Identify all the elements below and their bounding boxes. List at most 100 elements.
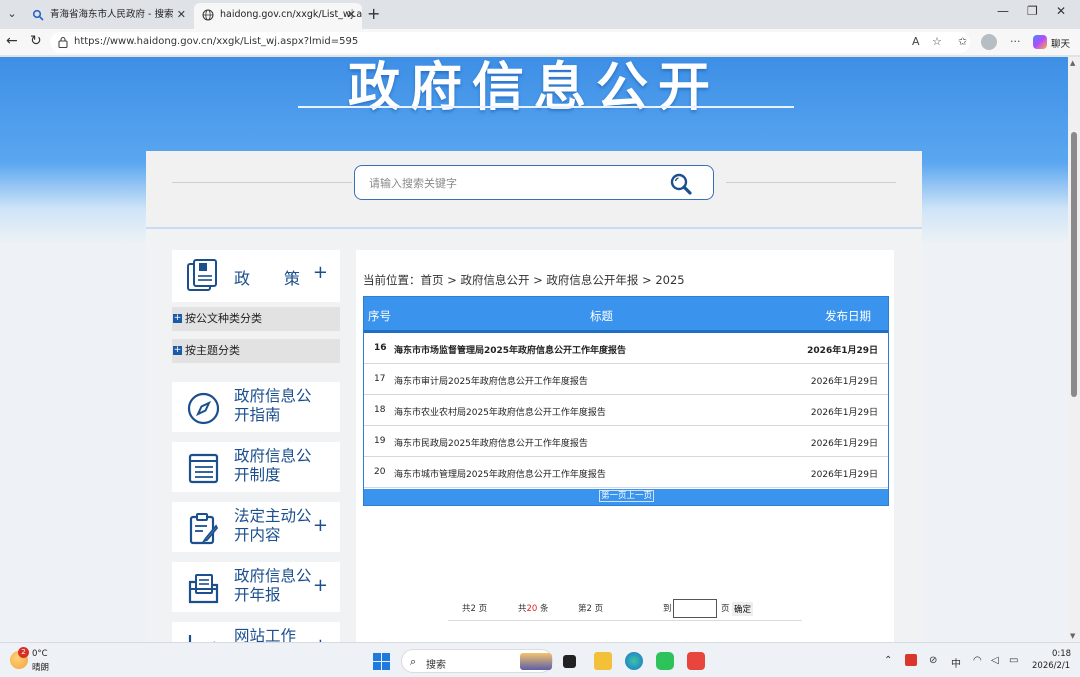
minimize-icon[interactable]: — — [997, 4, 1009, 18]
row-title-link[interactable]: 海东市审计局2025年政府信息公开工作年度报告 — [394, 374, 588, 387]
row-date: 2026年1月29日 — [810, 439, 878, 449]
page-number-input[interactable] — [673, 599, 717, 618]
sidebar-policy[interactable]: 政策 + — [172, 250, 340, 302]
first-prev-page-links[interactable]: 第一页上一页 — [599, 490, 655, 502]
row-title-link[interactable]: 海东市市场监督管理局2025年政府信息公开工作年度报告 — [394, 343, 626, 356]
url-field[interactable]: https://www.haidong.gov.cn/xxgk/List_wj.… — [50, 32, 970, 53]
header-no: 序号 — [368, 309, 391, 323]
pager-text: 页 — [478, 604, 488, 614]
weather-description: 晴朗 — [32, 663, 50, 673]
tab-label: 青海省海东市人民政府 - 搜索 — [50, 9, 174, 20]
weather-badge: 2 — [18, 647, 29, 658]
more-menu-icon[interactable]: ··· — [1010, 35, 1021, 48]
tray-chevron-up-icon[interactable]: ⌃ — [884, 655, 892, 666]
chat-button[interactable]: 聊天 — [1051, 36, 1070, 50]
pager-total-items: 共20 条 — [518, 602, 549, 614]
close-tab-icon[interactable]: ✕ — [347, 3, 356, 27]
taskbar-search[interactable]: ⌕ 搜索 — [401, 649, 553, 673]
sidebar-sub-item-topic[interactable]: + 按主题分类 — [172, 339, 340, 363]
network-off-icon[interactable]: ⊘ — [929, 655, 937, 666]
favorites-icon[interactable]: ✩ — [958, 35, 967, 48]
sidebar-item-annual-report[interactable]: 政府信息公开年报 + — [172, 562, 340, 612]
scroll-thumb[interactable] — [1071, 132, 1077, 397]
row-title-link[interactable]: 海东市农业农村局2025年政府信息公开工作年度报告 — [394, 405, 606, 418]
search-icon[interactable] — [668, 172, 694, 196]
clock-date[interactable]: 2026/2/1 — [1032, 661, 1070, 671]
confirm-button[interactable]: 确定 — [732, 602, 754, 616]
search-input[interactable] — [369, 174, 649, 192]
wps-tray-icon[interactable] — [905, 654, 917, 666]
list-document-icon — [188, 453, 219, 484]
copilot-icon[interactable] — [1033, 35, 1047, 49]
row-no: 18 — [374, 405, 386, 415]
table-row[interactable]: 17 海东市审计局2025年政府信息公开工作年度报告 2026年1月29日 — [364, 364, 888, 395]
expand-plus-icon[interactable]: + — [313, 515, 328, 536]
scroll-down-icon[interactable]: ▼ — [1070, 632, 1075, 640]
pager-text: 共 — [462, 604, 471, 614]
wps-office-icon[interactable] — [687, 652, 705, 670]
tab-label: haidong.gov.cn/xxgk/List_wj.aspx? — [220, 9, 362, 20]
refresh-icon[interactable]: ↻ — [30, 33, 42, 49]
wechat-icon[interactable] — [656, 652, 674, 670]
task-view-icon[interactable] — [563, 655, 576, 668]
pager-value: 2 — [470, 604, 476, 614]
row-no: 17 — [374, 374, 386, 384]
read-aloud-icon[interactable]: A — [912, 35, 920, 48]
tab-bar: ⌄ 青海省海东市人民政府 - 搜索 ✕ haidong.gov.cn/xxgk/… — [0, 0, 1080, 29]
scroll-up-icon[interactable]: ▲ — [1070, 59, 1075, 67]
sidebar-item-label: 政府信息公开制度 — [234, 447, 312, 484]
vertical-scrollbar[interactable]: ▲ ▼ — [1068, 57, 1080, 642]
chart-trend-icon — [188, 635, 215, 642]
sidebar-item-guide[interactable]: 政府信息公开指南 — [172, 382, 340, 432]
table-row[interactable]: 19 海东市民政局2025年政府信息公开工作年度报告 2026年1月29日 — [364, 426, 888, 457]
search-highlight-image — [520, 653, 552, 670]
sidebar-sub-item-doc-type[interactable]: + 按公文种类分类 — [172, 307, 340, 331]
restore-icon[interactable]: ❐ — [1027, 4, 1038, 18]
taskbar-search-label: 搜索 — [426, 660, 446, 671]
report-table: 序号 标题 发布日期 16 海东市市场监督管理局2025年政府信息公开工作年度报… — [363, 296, 889, 506]
sidebar-item-label: 法定主动公开内容 — [234, 507, 312, 544]
volume-icon[interactable]: ◁ — [991, 655, 999, 666]
table-row[interactable]: 20 海东市城市管理局2025年政府信息公开工作年度报告 2026年1月29日 — [364, 457, 888, 488]
row-title-link[interactable]: 海东市民政局2025年政府信息公开工作年度报告 — [394, 436, 588, 449]
expand-plus-icon[interactable]: + — [313, 575, 328, 596]
pager-text: 共 — [518, 604, 527, 614]
sidebar-item-system[interactable]: 政府信息公开制度 — [172, 442, 340, 492]
table-row[interactable]: 18 海东市农业农村局2025年政府信息公开工作年度报告 2026年1月29日 — [364, 395, 888, 426]
new-tab-plus-icon[interactable]: + — [367, 3, 380, 25]
clock-time[interactable]: 0:18 — [1052, 649, 1071, 659]
sidebar-item-website-work[interactable]: 网站工作 + — [172, 622, 340, 642]
windows-start-icon[interactable] — [373, 653, 390, 670]
profile-avatar[interactable] — [981, 34, 997, 50]
tab-search[interactable]: 青海省海东市人民政府 - 搜索 ✕ — [24, 3, 192, 29]
tab-list-chevron-icon[interactable]: ⌄ — [2, 4, 22, 24]
bing-search-icon — [32, 9, 44, 21]
file-explorer-icon[interactable] — [594, 652, 612, 670]
plus-square-icon: + — [173, 345, 182, 355]
pager-text: 页 — [594, 604, 604, 614]
close-window-icon[interactable]: ✕ — [1056, 4, 1066, 18]
page-viewport: 政府信息公开 政策 + + 按公文种类分类 + 按主题 — [0, 57, 1068, 642]
row-title-link[interactable]: 海东市城市管理局2025年政府信息公开工作年度报告 — [394, 467, 606, 480]
compass-icon — [187, 392, 220, 425]
pager-value: 20 — [526, 604, 538, 614]
tab-haidong[interactable]: haidong.gov.cn/xxgk/List_wj.aspx? ✕ — [194, 3, 362, 29]
sidebar-item-mandatory[interactable]: 法定主动公开内容 + — [172, 502, 340, 552]
expand-plus-icon[interactable]: + — [313, 635, 328, 642]
back-arrow-icon[interactable]: ← — [6, 33, 18, 49]
banner-title: 政府信息公开 — [347, 58, 720, 118]
content-top-border — [146, 227, 922, 229]
table-footer: 第一页上一页 — [364, 489, 888, 505]
expand-plus-icon[interactable]: + — [313, 262, 328, 283]
row-date: 2026年1月29日 — [810, 377, 878, 387]
sidebar-sub-item-label: 按公文种类分类 — [185, 312, 262, 325]
folder-report-icon — [188, 574, 219, 604]
banner-divider — [298, 106, 794, 108]
edge-browser-icon[interactable] — [625, 652, 643, 670]
favorite-star-icon[interactable]: ☆ — [932, 35, 942, 48]
close-tab-icon[interactable]: ✕ — [177, 3, 186, 27]
table-row[interactable]: 16 海东市市场监督管理局2025年政府信息公开工作年度报告 2026年1月29… — [364, 333, 888, 364]
battery-icon[interactable]: ▭ — [1009, 655, 1018, 666]
ime-indicator[interactable]: 中 — [951, 655, 961, 670]
wifi-icon[interactable]: ◠ — [973, 655, 982, 666]
